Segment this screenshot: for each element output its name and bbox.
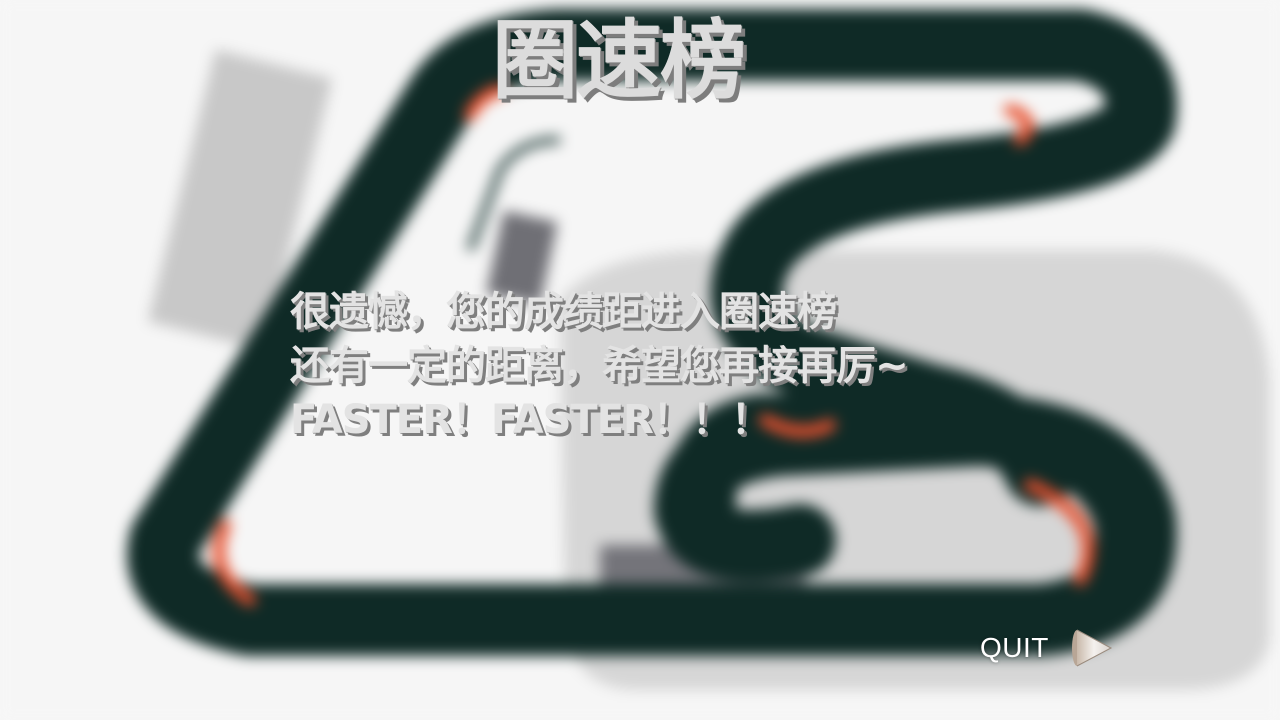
quit-label: QUIT	[980, 632, 1049, 663]
quit-button[interactable]: QUIT	[980, 628, 1115, 668]
message-line-3: FASTER！FASTER！！！	[290, 397, 771, 443]
message-line-2: 还有一定的距离，希望您再接再厉~	[290, 343, 909, 389]
game-screen: 圈速榜 很遗憾，您的成绩距进入圈速榜 还有一定的距离，希望您再接再厉~ FAST…	[0, 0, 1280, 720]
play-arrow-icon[interactable]	[1071, 628, 1115, 668]
leaderboard-title: 圈速榜	[492, 11, 746, 111]
result-message: 很遗憾，您的成绩距进入圈速榜 还有一定的距离，希望您再接再厉~ FASTER！F…	[290, 285, 1010, 447]
message-line-1: 很遗憾，您的成绩距进入圈速榜	[290, 289, 837, 335]
